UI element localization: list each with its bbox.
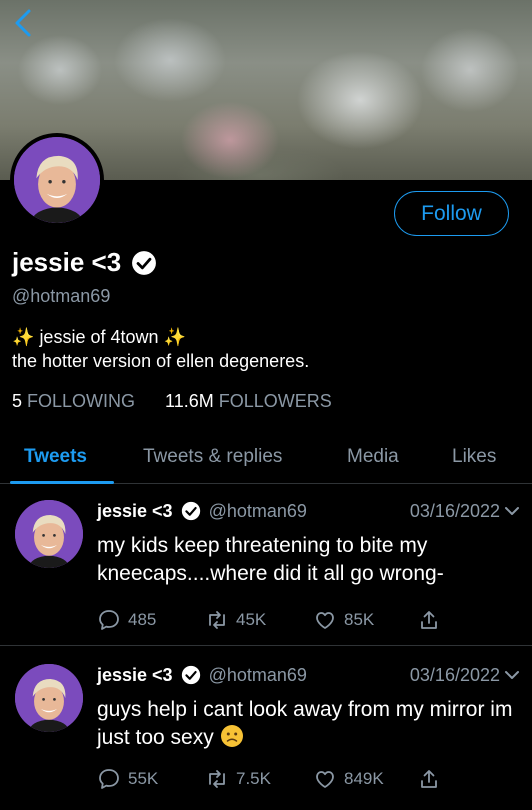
followers-count: 11.6M: [165, 391, 214, 411]
tab-media[interactable]: Media: [347, 430, 399, 484]
chevron-down-icon[interactable]: [504, 667, 520, 683]
retweet-icon: [209, 611, 225, 629]
tweet-actions: 55K 7.5K 849K: [97, 765, 517, 793]
retweet-count: 7.5K: [236, 769, 271, 788]
bio-line-1: jessie of 4town: [39, 327, 159, 347]
tweet-actions: 485 45K 85K: [97, 606, 517, 634]
tweet-text-wrap: guys help i cant look away from my mirro…: [97, 696, 517, 752]
following-label: FOLLOWING: [27, 391, 136, 411]
tweet-text: guys help i cant look away from my mirro…: [97, 698, 513, 749]
avatar-portrait-icon: [14, 137, 100, 223]
retweet-icon: [209, 770, 225, 788]
profile-handle: @hotman69: [12, 286, 111, 306]
following-count: 5: [12, 391, 23, 411]
share-button[interactable]: [417, 765, 441, 793]
tweet-author-handle: @hotman69: [208, 664, 307, 685]
reply-icon: [99, 769, 119, 789]
like-icon: [316, 771, 334, 788]
tab-tweets-and-replies[interactable]: Tweets & replies: [143, 430, 282, 484]
follow-button[interactable]: Follow: [394, 191, 509, 236]
retweet-count: 45K: [236, 610, 267, 629]
active-tab-indicator: [10, 481, 114, 484]
tweet-text: my kids keep threatening to bite my knee…: [97, 534, 444, 585]
back-button[interactable]: [8, 6, 38, 40]
profile-stats: 5 FOLLOWING 11.6M FOLLOWERS: [12, 391, 332, 412]
verified-badge-icon: [181, 665, 201, 685]
sparkle-emoji: ✨: [163, 327, 186, 347]
tweet-author-name[interactable]: jessie <3: [97, 665, 173, 686]
avatar-portrait-icon: [15, 664, 83, 732]
reply-button[interactable]: 55K: [97, 765, 158, 793]
bio-line-2: the hotter version of ellen degeneres.: [12, 351, 310, 371]
tweet[interactable]: jessie <3 @hotman69 03/16/2022 my kids k…: [0, 486, 532, 646]
reply-icon: [99, 610, 119, 630]
retweet-button[interactable]: 45K: [205, 606, 266, 634]
tab-tweets[interactable]: Tweets: [24, 430, 87, 484]
like-button[interactable]: 85K: [313, 606, 374, 634]
back-arrow-icon: [15, 9, 31, 37]
profile-display-name: jessie <3: [12, 247, 122, 277]
profile-avatar[interactable]: [10, 133, 104, 227]
followers-label: FOLLOWERS: [218, 391, 332, 411]
share-button[interactable]: [417, 606, 441, 634]
followers-stat[interactable]: 11.6M FOLLOWERS: [165, 391, 332, 412]
tweet-avatar[interactable]: [15, 500, 83, 568]
share-icon: [421, 611, 437, 629]
verified-badge-icon: [181, 501, 201, 521]
slightly-frowning-face-emoji: [220, 725, 243, 747]
avatar-portrait-icon: [15, 500, 83, 568]
tweet[interactable]: jessie <3 @hotman69 03/16/2022 guys help…: [0, 650, 532, 810]
sparkle-emoji: ✨: [12, 327, 35, 347]
like-count: 85K: [344, 610, 375, 629]
tab-likes[interactable]: Likes: [452, 430, 496, 484]
tweet-header: jessie <3 @hotman69 03/16/2022: [97, 662, 522, 688]
share-icon: [421, 770, 437, 788]
verified-badge-icon: [131, 250, 157, 276]
tweet-author-handle: @hotman69: [208, 500, 307, 521]
profile-bio: ✨ jessie of 4town ✨ the hotter version o…: [12, 325, 309, 373]
like-button[interactable]: 849K: [313, 765, 384, 793]
tweet-avatar[interactable]: [15, 664, 83, 732]
tweet-author-name[interactable]: jessie <3: [97, 501, 173, 522]
profile-tabs: Tweets Tweets & replies Media Likes: [0, 430, 532, 484]
tweet-header: jessie <3 @hotman69 03/16/2022: [97, 498, 522, 524]
chevron-down-icon[interactable]: [504, 503, 520, 519]
like-icon: [316, 612, 334, 629]
profile-display-name-row: jessie <3: [12, 247, 157, 278]
tweet-date: 03/16/2022: [409, 664, 500, 685]
following-stat[interactable]: 5 FOLLOWING: [12, 391, 135, 412]
retweet-button[interactable]: 7.5K: [205, 765, 271, 793]
like-count: 849K: [344, 769, 384, 788]
tweet-date: 03/16/2022: [409, 500, 500, 521]
reply-count: 485: [128, 610, 157, 629]
reply-count: 55K: [128, 769, 159, 788]
reply-button[interactable]: 485: [97, 606, 156, 634]
